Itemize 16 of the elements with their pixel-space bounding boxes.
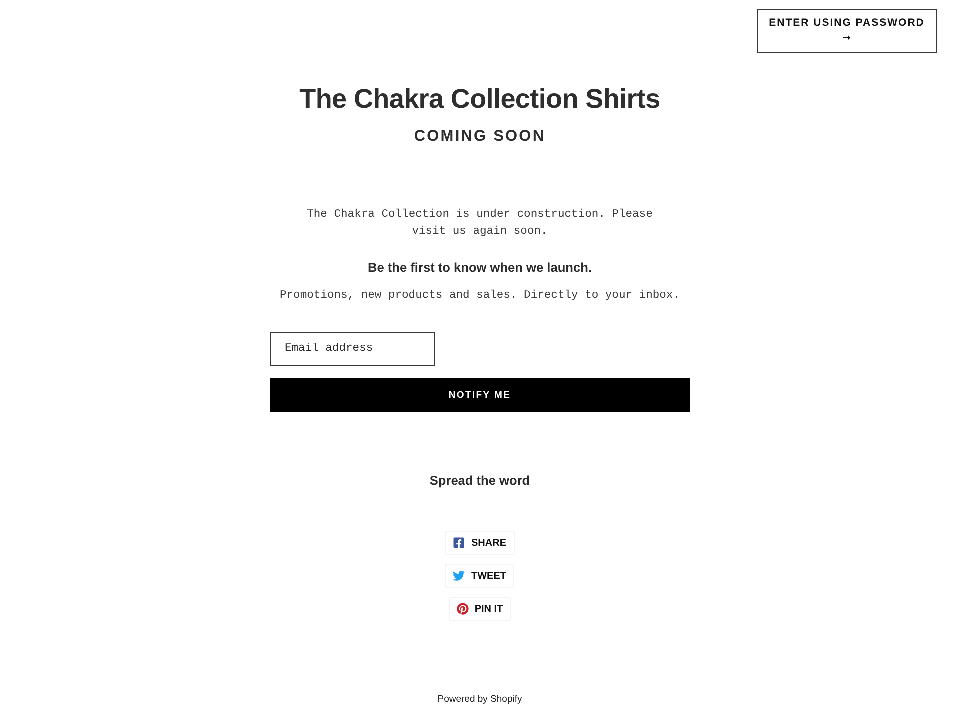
bird-icon: [453, 570, 466, 582]
store-title: The Chakra Collection Shirts: [300, 83, 660, 115]
coming-soon-subtitle: COMING SOON: [414, 127, 546, 147]
share-button[interactable]: TWEET: [445, 564, 514, 588]
share-button[interactable]: PIN IT: [448, 597, 512, 621]
share-button[interactable]: SHARE: [445, 531, 514, 555]
pinterest-icon: [456, 603, 469, 615]
facebook-icon: [453, 537, 466, 549]
signup-description: Promotions, new products and sales. Directly to your inbox.: [280, 288, 680, 304]
signup-heading: Be the first to know when we launch.: [368, 259, 592, 277]
construction-message: The Chakra Collection is under construction. Please visit us again soon.: [306, 208, 654, 240]
enter-password-button[interactable]: ENTER USING PASSWORD ➞: [757, 9, 937, 53]
share-heading: Spread the word: [430, 472, 530, 490]
email-input[interactable]: Email address: [270, 332, 435, 366]
powered-by-text: Powered by Shopify: [438, 693, 522, 707]
notify-me-button[interactable]: NOTIFY ME: [270, 378, 690, 412]
